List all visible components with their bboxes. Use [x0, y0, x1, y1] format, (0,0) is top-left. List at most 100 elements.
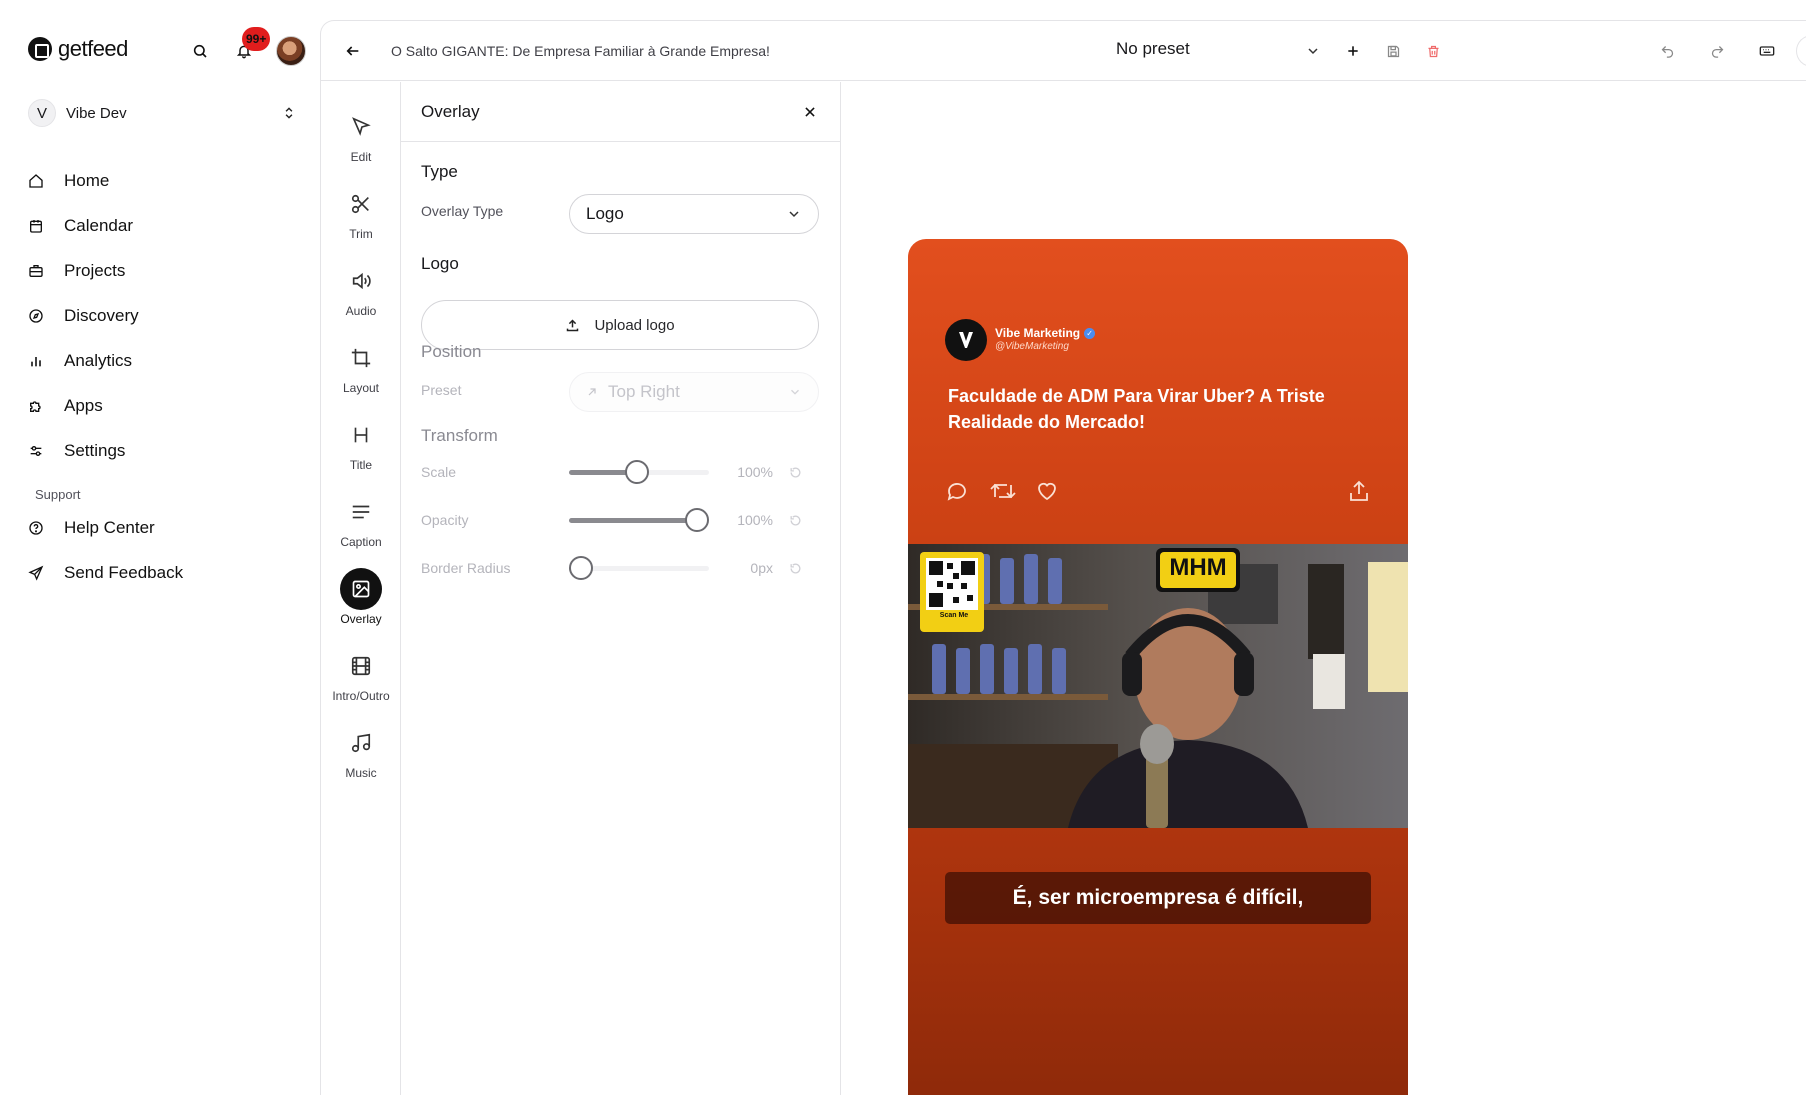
calendar-icon: [30, 219, 42, 233]
tool-label: Audio: [345, 304, 377, 318]
chevron-up-down-icon: [285, 107, 293, 119]
nav-item-send-feedback[interactable]: Send Feedback: [28, 550, 296, 595]
plus-icon: [1348, 46, 1358, 56]
video-badge-text: MHM: [1169, 554, 1227, 581]
position-section-title: Position: [421, 342, 482, 361]
upload-logo-label: Upload logo: [594, 316, 675, 334]
video-preview-card[interactable]: Vibe Marketing ✓ @VibeMarketing Faculdade…: [908, 239, 1408, 1095]
delete-preset-button[interactable]: [1421, 39, 1445, 63]
nav-item-discovery[interactable]: Discovery: [28, 293, 296, 338]
brand-logo[interactable]: getfeed: [28, 36, 128, 62]
undo-button[interactable]: [1655, 39, 1679, 63]
opacity-label: Opacity: [421, 512, 469, 528]
slider-thumb[interactable]: [624, 460, 649, 484]
nav-item-label: Help Center: [64, 517, 155, 537]
nav-item-apps[interactable]: Apps: [28, 383, 296, 428]
close-panel-button[interactable]: [800, 102, 820, 122]
tool-layout[interactable]: Layout: [321, 337, 401, 407]
getfeed-logo-icon: [28, 37, 52, 61]
video-frame[interactable]: Scan Me MHM: [908, 544, 1408, 828]
project-title[interactable]: O Salto GIGANTE: De Empresa Familiar à G…: [391, 43, 770, 59]
nav-item-label: Analytics: [64, 350, 133, 370]
tool-title[interactable]: Title: [321, 414, 401, 484]
border-radius-reset-button[interactable]: [785, 558, 805, 578]
keyboard-shortcuts-button[interactable]: [1755, 39, 1779, 63]
opacity-reset-button[interactable]: [785, 510, 805, 530]
nav-item-label: Discovery: [64, 305, 139, 325]
account-name: Vibe Marketing: [995, 326, 1081, 340]
notifications-button[interactable]: 99+: [232, 27, 271, 63]
keyboard-icon: [1759, 46, 1775, 56]
nav-item-home[interactable]: Home: [28, 158, 296, 203]
slider-thumb[interactable]: [685, 508, 709, 532]
scale-slider[interactable]: [569, 458, 709, 486]
text-lines-icon: [352, 505, 370, 519]
tool-overlay[interactable]: Overlay: [321, 568, 401, 638]
send-icon: [28, 565, 44, 581]
home-icon: [29, 173, 43, 188]
preset-select[interactable]: No preset: [1116, 39, 1190, 59]
border-radius-slider[interactable]: [569, 554, 709, 582]
scissors-icon: [351, 194, 369, 214]
qr-sticker-caption: Scan Me: [939, 612, 969, 619]
share-icon: [1350, 480, 1368, 501]
redo-button[interactable]: [1705, 39, 1729, 63]
tool-label: Overlay: [340, 612, 382, 626]
scale-reset-button[interactable]: [785, 462, 805, 482]
nav-item-settings[interactable]: Settings: [28, 428, 296, 473]
nav-item-help-center[interactable]: Help Center: [28, 505, 296, 550]
workspace-switcher[interactable]: V Vibe Dev: [28, 96, 296, 130]
search-button[interactable]: [188, 39, 212, 63]
tool-trim[interactable]: Trim: [321, 183, 401, 253]
nav-item-calendar[interactable]: Calendar: [28, 203, 296, 248]
tool-music[interactable]: Music: [321, 722, 401, 792]
workspace-name: Vibe Dev: [66, 104, 127, 122]
sidebar: getfeed 99+ V Vibe Dev Home Calendar Pro…: [0, 0, 320, 1095]
undo-icon: [1661, 45, 1673, 58]
chevron-down-icon: [791, 389, 799, 395]
nav-item-analytics[interactable]: Analytics: [28, 338, 296, 383]
overlay-panel: Overlay Type Overlay Type Logo Logo Uplo…: [401, 82, 841, 1095]
compass-icon: [29, 308, 43, 323]
account-handle: @VibeMarketing: [995, 341, 1069, 352]
volume-icon: [352, 272, 371, 290]
slider-fill: [569, 518, 697, 523]
cursor-icon: [352, 117, 371, 136]
topbar-overflow-button[interactable]: [1796, 35, 1806, 67]
tool-label: Music: [345, 766, 377, 780]
tweet-actions: [945, 479, 1373, 509]
slider-thumb[interactable]: [569, 556, 593, 580]
position-preset-select[interactable]: Top Right: [569, 372, 819, 412]
support-nav: Help Center Send Feedback: [28, 505, 296, 595]
nav-item-projects[interactable]: Projects: [28, 248, 296, 293]
heading-icon: [354, 427, 368, 443]
trash-icon: [1428, 45, 1438, 57]
tool-label: Trim: [349, 227, 373, 241]
tool-edit[interactable]: Edit: [321, 106, 401, 176]
opacity-slider[interactable]: [569, 506, 709, 534]
support-section-label: Support: [35, 487, 81, 502]
transform-section-title: Transform: [421, 426, 498, 445]
border-radius-value: 0px: [750, 560, 773, 576]
add-preset-button[interactable]: [1341, 39, 1365, 63]
account-avatar: [945, 319, 987, 361]
nav-item-label: Projects: [64, 260, 126, 280]
tool-caption[interactable]: Caption: [321, 491, 401, 561]
overlay-type-select[interactable]: Logo: [569, 194, 819, 234]
tool-label: Layout: [342, 381, 380, 395]
retweet-icon: [990, 483, 1016, 499]
back-button[interactable]: [341, 39, 365, 63]
nav-item-label: Settings: [64, 440, 126, 460]
chevron-down-icon: [1308, 48, 1318, 55]
scale-value: 100%: [737, 464, 773, 480]
tool-intro-outro[interactable]: Intro/Outro: [321, 645, 401, 715]
user-avatar[interactable]: [276, 36, 306, 66]
caption-overlay[interactable]: É, ser microempresa é difícil,: [945, 872, 1371, 924]
music-icon: [351, 733, 371, 753]
editor-topbar: O Salto GIGANTE: De Empresa Familiar à G…: [321, 21, 1806, 81]
overlay-panel-header: Overlay: [401, 82, 840, 142]
preset-dropdown-toggle[interactable]: [1301, 39, 1325, 63]
tool-audio[interactable]: Audio: [321, 260, 401, 330]
save-preset-button[interactable]: [1381, 39, 1405, 63]
nav-item-label: Home: [64, 170, 110, 190]
